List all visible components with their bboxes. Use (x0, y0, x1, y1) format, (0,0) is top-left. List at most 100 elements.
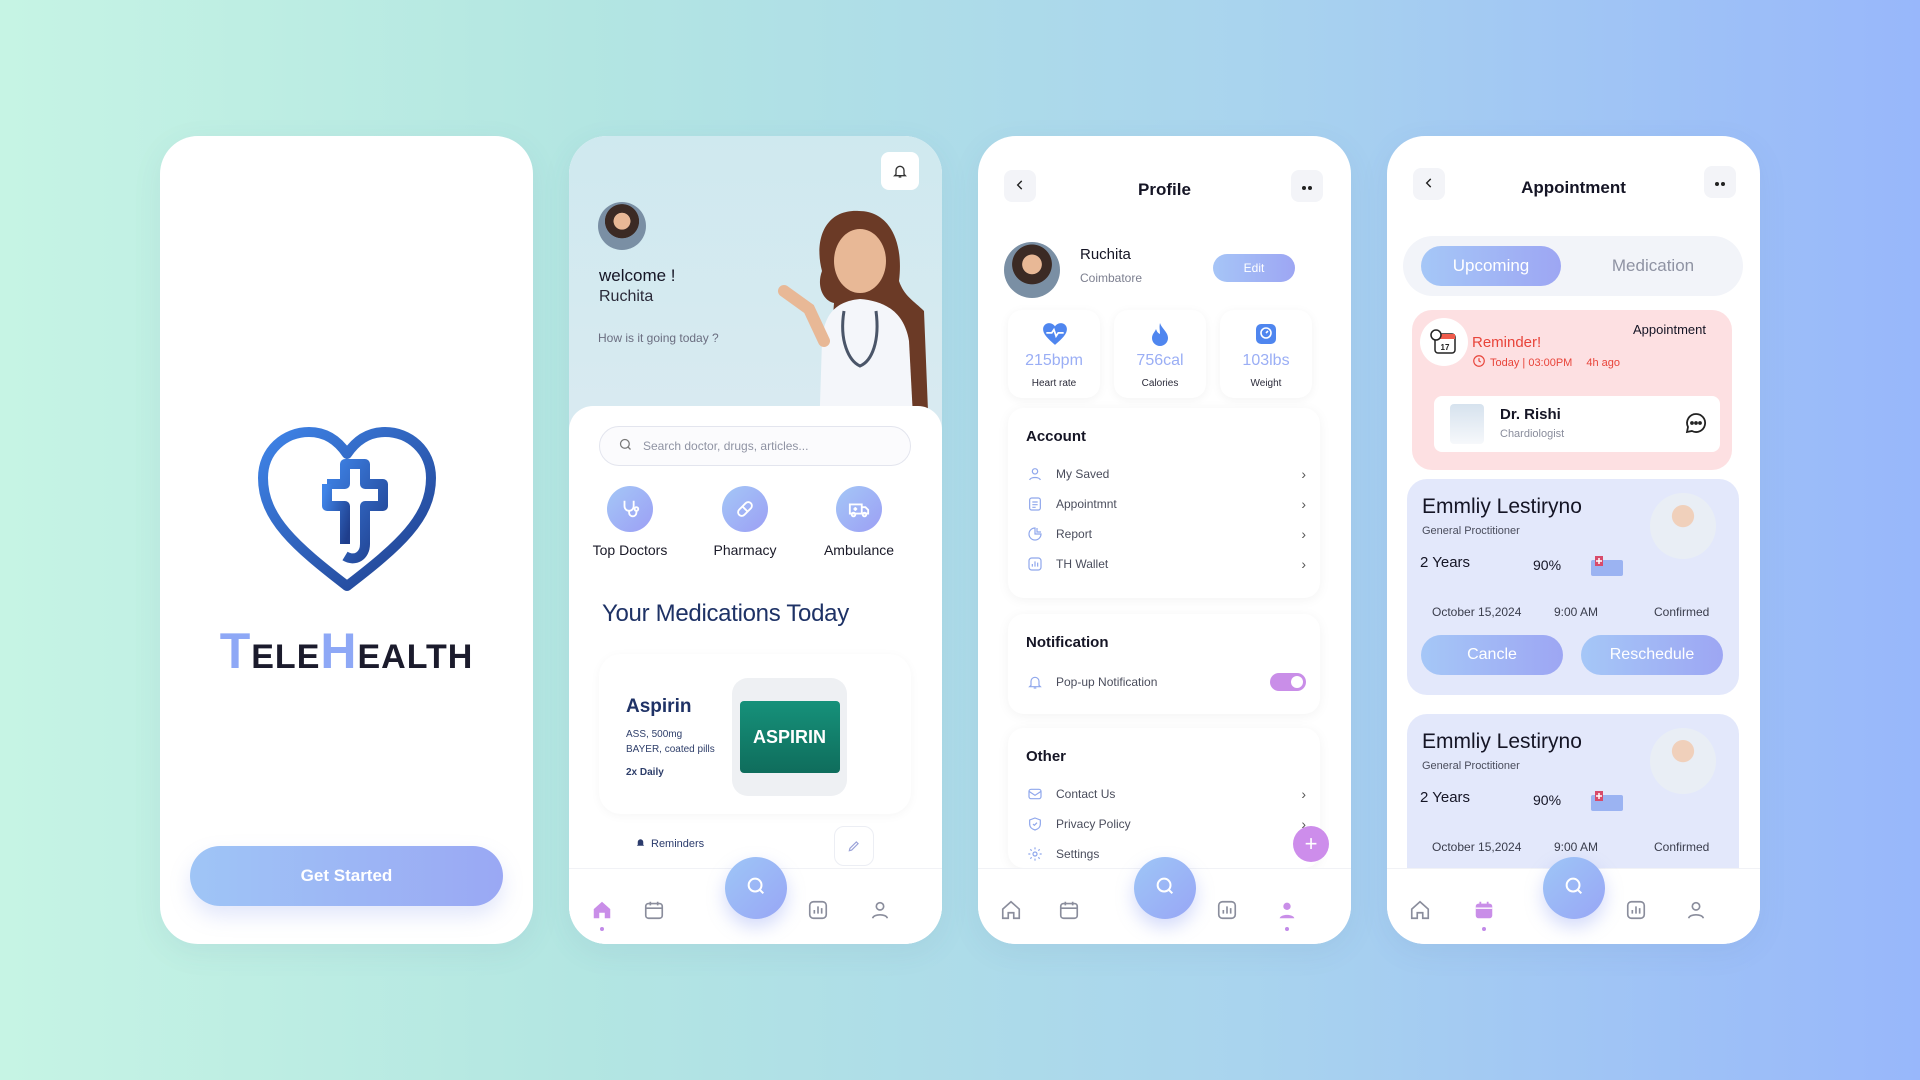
menu-label: Contact Us (1056, 787, 1116, 801)
mail-icon (1026, 785, 1044, 803)
menu-label: Privacy Policy (1056, 817, 1131, 831)
heart-cross-logo-icon (255, 426, 439, 596)
user-icon[interactable] (1683, 897, 1709, 923)
chart-icon[interactable] (805, 897, 831, 923)
aspirin-box: ASPIRIN (739, 701, 840, 773)
category-top-doctors[interactable]: Top Doctors (575, 486, 685, 558)
brand-ealth: EALTH (357, 638, 474, 676)
menu-appointment[interactable]: Appointmnt › (1026, 494, 1306, 514)
pill-icon (722, 486, 768, 532)
dots-icon (1300, 178, 1314, 194)
greeting-subtitle: How is it going today ? (598, 331, 719, 345)
calendar-icon[interactable] (1056, 897, 1082, 923)
appointment-status: Confirmed (1654, 840, 1710, 854)
brand-wordmark: TELEHEALTH (160, 622, 533, 680)
stat-label: Calories (1141, 378, 1179, 389)
doctor-card[interactable]: Emmliy Lestiryno General Proctitioner 2 … (1407, 479, 1739, 695)
search-fab-button[interactable] (1543, 857, 1605, 919)
chevron-right-icon: › (1301, 466, 1306, 482)
menu-report[interactable]: Report › (1026, 524, 1306, 544)
add-button[interactable]: + (1293, 826, 1329, 862)
category-ambulance[interactable]: Ambulance (804, 486, 914, 558)
doctor-illustration (764, 191, 934, 436)
notification-bell-icon[interactable] (881, 152, 919, 190)
chart-icon[interactable] (1623, 897, 1649, 923)
section-title: Notification (1026, 634, 1109, 651)
user-icon[interactable] (867, 897, 893, 923)
reminder-card[interactable]: 17 Appointment Reminder! Today | 03:00PM… (1412, 310, 1732, 470)
reminders-label: Reminders (651, 838, 705, 850)
reminder-time-row: Today | 03:00PM 4h ago (1472, 354, 1620, 371)
medication-card[interactable]: Aspirin ASS, 500mg BAYER, coated pills 2… (599, 654, 911, 814)
doctor-specialty: Chardiologist (1500, 428, 1565, 440)
search-fab-button[interactable] (725, 857, 787, 919)
reminder-title: Reminder! (1472, 334, 1542, 351)
get-started-button[interactable]: Get Started (190, 846, 503, 906)
user-name: Ruchita (599, 288, 654, 305)
bell-icon (635, 837, 646, 851)
chat-bubble-icon[interactable] (1684, 411, 1708, 440)
brand-letter-t: T (219, 623, 252, 679)
calendar-icon[interactable] (1471, 897, 1497, 923)
doctor-card-specialty: General Proctitioner (1422, 525, 1520, 537)
dots-icon (1713, 174, 1727, 190)
chevron-right-icon: › (1301, 556, 1306, 572)
category-label: Top Doctors (592, 542, 668, 558)
brand-ele: ELE (251, 638, 321, 676)
doctor-card-rating: 90% (1533, 792, 1562, 808)
chart-icon[interactable] (1214, 897, 1240, 923)
profile-screen: Profile Ruchita Coimbatore Edit 215bpm H… (978, 136, 1351, 944)
category-pharmacy[interactable]: Pharmacy (690, 486, 800, 558)
stat-value: 215bpm (1025, 352, 1083, 369)
search-fab-button[interactable] (1134, 857, 1196, 919)
scale-icon (1254, 322, 1278, 351)
user-avatar[interactable] (598, 202, 646, 250)
appointment-time: 9:00 AM (1554, 840, 1599, 854)
gear-icon (1026, 845, 1044, 863)
reminder-tag: Appointment (1633, 322, 1706, 337)
doctor-card-name: Emmliy Lestiryno (1422, 495, 1582, 518)
reminder-doctor-row[interactable]: Dr. Rishi Chardiologist (1434, 396, 1720, 452)
more-options-button[interactable] (1291, 170, 1323, 202)
profile-avatar[interactable] (1004, 242, 1060, 298)
active-dot (1285, 927, 1289, 931)
home-icon[interactable] (589, 897, 615, 923)
search-input[interactable]: Search doctor, drugs, articles... (599, 426, 911, 466)
menu-my-saved[interactable]: My Saved › (1026, 464, 1306, 484)
reminder-ago: 4h ago (1586, 356, 1621, 369)
menu-wallet[interactable]: TH Wallet › (1026, 554, 1306, 574)
medication-maker: BAYER, coated pills (626, 744, 715, 755)
menu-privacy-policy[interactable]: Privacy Policy › (1026, 814, 1306, 834)
bottom-nav (1387, 857, 1760, 944)
category-label: Ambulance (823, 542, 895, 558)
appointment-date: October 15,2024 (1432, 840, 1522, 854)
reschedule-button[interactable]: Reschedule (1581, 635, 1723, 675)
home-hero: welcome ! Ruchita How is it going today … (569, 136, 942, 436)
reminders-row[interactable]: Reminders (635, 837, 704, 851)
doctor-card-name: Emmliy Lestiryno (1422, 730, 1582, 753)
menu-label: Settings (1056, 847, 1100, 861)
medication-strength: ASS, 500mg (626, 729, 683, 740)
other-section: Other Contact Us › Privacy Policy › Sett… (1008, 728, 1320, 868)
bottom-nav (569, 857, 942, 944)
edit-profile-button[interactable]: Edit (1213, 254, 1295, 282)
tab-medication[interactable]: Medication (1578, 246, 1728, 286)
home-icon[interactable] (998, 897, 1024, 923)
tab-upcoming[interactable]: Upcoming (1421, 246, 1561, 286)
calendar-icon[interactable] (641, 897, 667, 923)
popup-notification-toggle[interactable] (1270, 673, 1306, 691)
search-placeholder: Search doctor, drugs, articles... (643, 439, 809, 453)
search-icon (1154, 875, 1176, 902)
home-icon[interactable] (1407, 897, 1433, 923)
user-icon[interactable] (1274, 897, 1300, 923)
doctor-card-photo (1650, 728, 1716, 794)
more-options-button[interactable] (1704, 166, 1736, 198)
cancel-button[interactable]: Cancle (1421, 635, 1563, 675)
appointment-date: October 15,2024 (1432, 605, 1522, 619)
medication-name: Aspirin (626, 696, 692, 717)
ambulance-icon (836, 486, 882, 532)
medications-title: Your Medications Today (602, 600, 849, 627)
home-screen: welcome ! Ruchita How is it going today … (569, 136, 942, 944)
edit-pencil-icon[interactable] (834, 826, 874, 866)
menu-contact-us[interactable]: Contact Us › (1026, 784, 1306, 804)
